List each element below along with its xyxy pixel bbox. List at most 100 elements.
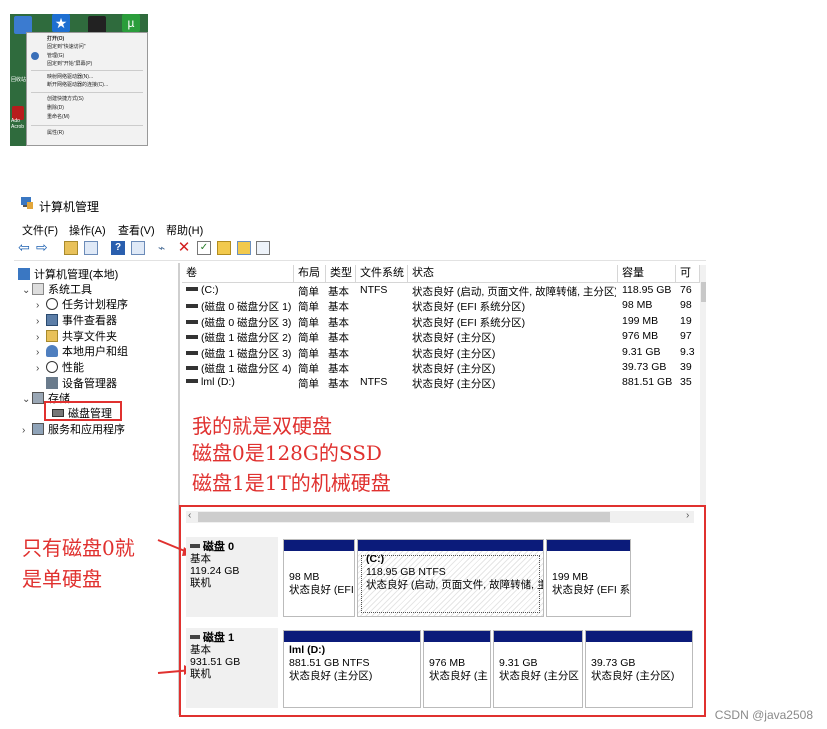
column-header-filesystem[interactable]: 文件系统: [356, 265, 408, 282]
table-row[interactable]: (磁盘 1 磁盘分区 3) 简单 基本 状态良好 (主分区) 9.31 GB 9.3: [182, 346, 700, 361]
tree-root[interactable]: 计算机管理(本地): [18, 266, 118, 282]
partition-disk0-efi-3[interactable]: 199 MB 状态良好 (EFI 系: [546, 539, 631, 617]
table-cell-status: 状态良好 (主分区): [412, 346, 616, 361]
menu-action[interactable]: 操作(A): [69, 222, 106, 238]
cell-text: 基本: [328, 316, 349, 329]
partition-disk0-c[interactable]: (C:) 118.95 GB NTFS 状态良好 (启动, 页面文件, 故障转储, …: [357, 539, 544, 617]
cell-text: 基本: [328, 347, 349, 360]
properties-panel-icon[interactable]: [131, 241, 145, 255]
tree-item-label: 事件查看器: [62, 315, 117, 327]
desktop-label: Acrob: [11, 124, 25, 130]
partition-size: 98 MB: [289, 571, 320, 583]
table-cell-status: 状态良好 (EFI 系统分区): [412, 315, 616, 330]
chevron-right-icon[interactable]: ›: [22, 425, 32, 436]
partition-disk0-efi-1[interactable]: 98 MB 状态良好 (EFI: [283, 539, 355, 617]
menu-help[interactable]: 帮助(H): [166, 222, 203, 238]
table-cell-free: 39: [680, 361, 698, 373]
cell-text: 基本: [328, 286, 349, 298]
scroll-left-icon[interactable]: ‹: [188, 510, 191, 521]
chevron-right-icon[interactable]: ›: [36, 363, 46, 374]
partition-disk1-3[interactable]: 9.31 GB 状态良好 (主分区: [493, 630, 583, 708]
menu-item-delete[interactable]: 删除(D): [47, 105, 64, 111]
chevron-right-icon[interactable]: ›: [36, 300, 46, 311]
menu-item-shortcut[interactable]: 创建快捷方式(S): [47, 96, 84, 102]
chevron-right-icon[interactable]: ›: [36, 316, 46, 327]
table-row[interactable]: (磁盘 0 磁盘分区 3) 简单 基本 状态良好 (EFI 系统分区) 199 MB 19: [182, 315, 700, 330]
scrollbar-thumb[interactable]: [701, 282, 706, 302]
tree-item-performance[interactable]: › 性能: [36, 359, 84, 375]
chevron-right-icon[interactable]: ›: [36, 332, 46, 343]
menu-view[interactable]: 查看(V): [118, 222, 155, 238]
tree-item-device-manager[interactable]: 设备管理器: [46, 375, 117, 391]
open-folder-icon[interactable]: [217, 241, 231, 255]
table-row[interactable]: (磁盘 1 磁盘分区 4) 简单 基本 状态良好 (主分区) 39.73 GB 39: [182, 361, 700, 376]
chevron-down-icon[interactable]: ⌄: [22, 394, 32, 405]
column-header-layout[interactable]: 布局: [294, 265, 326, 282]
menu-item-map-drive[interactable]: 映射网络驱动器(N)...: [47, 74, 93, 80]
forward-arrow-icon[interactable]: ⇨: [36, 240, 50, 255]
scroll-right-icon[interactable]: ›: [686, 510, 689, 521]
cell-text: 状态良好 (主分区): [412, 332, 496, 345]
table-row[interactable]: (C:) 简单 基本 NTFS 状态良好 (启动, 页面文件, 故障转储, 主分区) 11…: [182, 284, 700, 299]
column-header-status[interactable]: 状态: [408, 265, 618, 282]
table-row[interactable]: lml (D:) 简单 基本 NTFS 状态良好 (主分区) 881.51 GB 35: [182, 376, 700, 391]
disk-status: 联机: [190, 668, 211, 680]
menu-item-manage[interactable]: 管理(G): [47, 53, 64, 59]
delete-icon[interactable]: ✕: [177, 240, 191, 255]
table-row[interactable]: (磁盘 1 磁盘分区 2) 简单 基本 状态良好 (主分区) 976 MB 97: [182, 330, 700, 345]
disk-size: 931.51 GB: [190, 656, 241, 668]
tree-item-shared-folders[interactable]: › 共享文件夹: [36, 328, 117, 344]
chevron-down-icon[interactable]: ⌄: [22, 285, 32, 296]
disk-type: 基本: [190, 644, 211, 656]
cell-text: (磁盘 0 磁盘分区 1): [201, 301, 292, 314]
column-header-capacity[interactable]: 容量: [618, 265, 676, 282]
partition-bar: [284, 540, 354, 551]
menu-item-pin-quick[interactable]: 固定到"快速访问": [47, 44, 86, 50]
table-cell-layout: 简单: [298, 361, 326, 376]
disk-type: 基本: [190, 553, 211, 565]
menu-separator: [31, 125, 143, 126]
table-row[interactable]: (磁盘 0 磁盘分区 1) 简单 基本 状态良好 (EFI 系统分区) 98 MB 98: [182, 299, 700, 314]
cell-text: 9.3: [680, 345, 695, 358]
menu-item-open[interactable]: 打开(O): [47, 36, 64, 42]
menu-item-disconnect[interactable]: 断开网络驱动器的连接(C)...: [47, 82, 108, 88]
disk-0-label[interactable]: 磁盘 0 基本 119.24 GB 联机: [186, 537, 278, 617]
menu-file[interactable]: 文件(F): [22, 222, 58, 238]
tree-item-task-scheduler[interactable]: › 任务计划程序: [36, 296, 128, 312]
desktop-label: 回收站: [11, 77, 27, 83]
search-folder-icon[interactable]: [237, 241, 251, 255]
back-arrow-icon[interactable]: ⇦: [18, 240, 32, 255]
partition-disk1-2[interactable]: 976 MB 状态良好 (主: [423, 630, 491, 708]
show-tree-icon[interactable]: [84, 241, 98, 255]
cell-text: 状态良好 (EFI 系统分区): [412, 301, 526, 314]
cell-text: 简单: [298, 332, 319, 345]
connect-drive-icon[interactable]: ⌁: [158, 241, 172, 255]
table-cell-vol: lml (D:): [186, 376, 294, 388]
tree-item-system-tools[interactable]: ⌄ 系统工具: [22, 281, 92, 297]
tree-item-local-users[interactable]: › 本地用户和组: [36, 343, 128, 359]
list-view-icon[interactable]: [256, 241, 270, 255]
check-properties-icon[interactable]: ✓: [197, 241, 211, 255]
column-header-volume[interactable]: 卷: [182, 265, 294, 282]
cell-text: NTFS: [360, 376, 388, 389]
tree-item-event-viewer[interactable]: › 事件查看器: [36, 312, 117, 328]
scrollbar-thumb[interactable]: [198, 512, 610, 522]
menu-item-rename[interactable]: 重命名(M): [47, 114, 70, 120]
partition-disk1-d[interactable]: lml (D:) 881.51 GB NTFS 状态良好 (主分区): [283, 630, 421, 708]
table-cell-cap: 199 MB: [622, 315, 676, 327]
column-header-type[interactable]: 类型: [326, 265, 356, 282]
help-icon[interactable]: ?: [111, 241, 125, 255]
partition-status: 状态良好 (EFI 系: [552, 584, 631, 596]
menu-item-properties[interactable]: 属性(R): [47, 130, 64, 136]
up-folder-icon[interactable]: [64, 241, 78, 255]
column-header-free[interactable]: 可: [676, 265, 700, 282]
chevron-right-icon[interactable]: ›: [36, 347, 46, 358]
disk-management-highlight: [44, 401, 122, 421]
partition-disk1-4[interactable]: 39.73 GB 状态良好 (主分区): [585, 630, 693, 708]
table-cell-vol: (磁盘 0 磁盘分区 3): [186, 315, 294, 330]
menu-item-pin-start[interactable]: 固定到"开始"屏幕(P): [47, 61, 92, 67]
tree-item-services[interactable]: › 服务和应用程序: [22, 421, 125, 437]
disk-1-label[interactable]: 磁盘 1 基本 931.51 GB 联机: [186, 628, 278, 708]
performance-icon: [46, 361, 58, 373]
annotation-line-1: 我的就是双硬盘: [192, 414, 332, 438]
